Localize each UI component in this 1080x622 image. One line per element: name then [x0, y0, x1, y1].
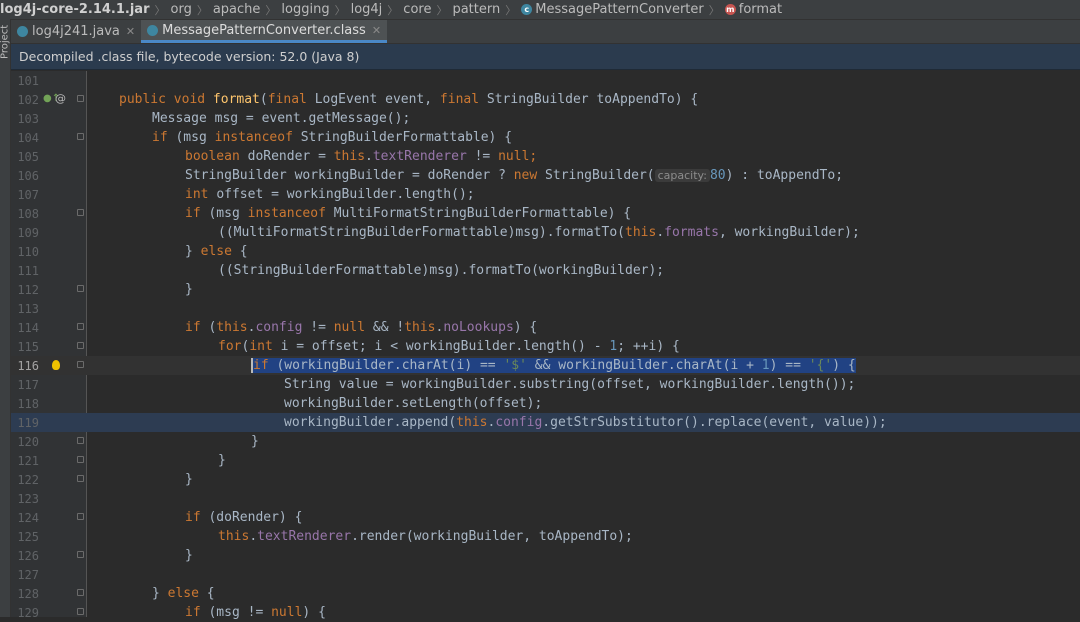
code-line[interactable]: 124 if (doRender) { — [11, 508, 1080, 527]
code-line[interactable]: 113 — [11, 299, 1080, 318]
breadcrumb-item-pattern[interactable]: pattern 〉 — [452, 2, 521, 18]
breadcrumb-item-method[interactable]: m format — [724, 2, 782, 17]
code-line[interactable]: 104 if (msg instanceof StringBuilderForm… — [11, 128, 1080, 147]
breadcrumb-item-logging[interactable]: logging 〉 — [281, 2, 350, 18]
selected-code[interactable]: if (workingBuilder.charAt(i) == '$' && w… — [251, 358, 856, 373]
code-line[interactable]: 110 } else { — [11, 242, 1080, 261]
code-line[interactable]: 120 } — [11, 432, 1080, 451]
code-line[interactable]: 101 — [11, 71, 1080, 90]
fold-marker-icon[interactable] — [77, 95, 84, 102]
fold-marker-icon[interactable] — [77, 437, 84, 444]
code-line[interactable]: 128 } else { — [11, 584, 1080, 603]
java-class-icon — [17, 26, 28, 37]
method-icon: m — [724, 4, 736, 15]
code-line[interactable]: 118 workingBuilder.setLength(offset); — [11, 394, 1080, 413]
fold-marker-icon[interactable] — [77, 456, 84, 463]
breadcrumb-item-apache[interactable]: apache 〉 — [213, 2, 282, 18]
breadcrumb-item-log4j[interactable]: log4j 〉 — [351, 2, 404, 18]
breadcrumb: log4j-core-2.14.1.jar 〉 org 〉 apache 〉 logg… — [0, 0, 1080, 20]
code-line[interactable]: 129 if (msg != null) { — [11, 603, 1080, 622]
code-line[interactable]: 126 } — [11, 546, 1080, 565]
code-line[interactable]: 106 StringBuilder workingBuilder = doRen… — [11, 166, 1080, 185]
code-editor[interactable]: 101 102 ●↑ @ public void format(final Log… — [11, 71, 1080, 620]
code-line[interactable]: 105 boolean doRender = this.textRenderer… — [11, 147, 1080, 166]
parameter-hint: capacity: — [654, 169, 710, 182]
fold-marker-icon[interactable] — [77, 475, 84, 482]
code-line[interactable]: 125 this.textRenderer.render(workingBuil… — [11, 527, 1080, 546]
breadcrumb-item-class[interactable]: c MessagePatternConverter 〉 — [521, 2, 725, 18]
class-file-icon — [147, 24, 159, 36]
code-line[interactable]: 109 ((MultiFormatStringBuilderFormattabl… — [11, 223, 1080, 242]
fold-marker-icon[interactable] — [77, 342, 84, 349]
code-line[interactable]: 127 — [11, 565, 1080, 584]
fold-marker-icon[interactable] — [77, 285, 84, 292]
breadcrumb-item-core[interactable]: core 〉 — [403, 2, 452, 18]
lightbulb-icon[interactable] — [52, 360, 60, 370]
tool-window-strip — [0, 19, 11, 617]
code-line-highlighted[interactable]: 119 workingBuilder.append(this.config.ge… — [11, 413, 1080, 432]
annotation-icon: @ — [55, 92, 66, 105]
tab-log4j241-java[interactable]: log4j241.java ✕ — [11, 20, 141, 43]
code-line[interactable]: 122 } — [11, 470, 1080, 489]
fold-marker-icon[interactable] — [77, 133, 84, 140]
close-icon[interactable]: ✕ — [126, 25, 135, 38]
decompiled-notice-banner: Decompiled .class file, bytecode version… — [11, 44, 1080, 70]
fold-marker-icon[interactable] — [77, 551, 84, 558]
code-line[interactable]: 103 Message msg = event.getMessage(); — [11, 109, 1080, 128]
fold-marker-icon[interactable] — [77, 361, 84, 368]
code-line[interactable]: 108 if (msg instanceof MultiFormatString… — [11, 204, 1080, 223]
breadcrumb-item-jar[interactable]: log4j-core-2.14.1.jar 〉 — [0, 2, 171, 18]
code-line[interactable]: 114 if (this.config != null && !this.noL… — [11, 318, 1080, 337]
close-icon[interactable]: ✕ — [372, 24, 381, 37]
breadcrumb-item-org[interactable]: org 〉 — [171, 2, 213, 18]
tab-messagepatternconverter-class[interactable]: MessagePatternConverter.class ✕ — [141, 20, 388, 43]
code-line[interactable]: 115 for(int i = offset; i < workingBuild… — [11, 337, 1080, 356]
code-line[interactable]: 107 int offset = workingBuilder.length()… — [11, 185, 1080, 204]
code-line[interactable]: 112 } — [11, 280, 1080, 299]
code-line[interactable]: 117 String value = workingBuilder.substr… — [11, 375, 1080, 394]
editor-tabs: log4j241.java ✕ MessagePatternConverter.… — [11, 20, 1080, 44]
code-line[interactable]: 121 } — [11, 451, 1080, 470]
fold-marker-icon[interactable] — [77, 608, 84, 615]
code-line[interactable]: 111 ((StringBuilderFormattable)msg).form… — [11, 261, 1080, 280]
project-tool-tab[interactable]: Project — [0, 22, 11, 62]
fold-marker-icon[interactable] — [77, 513, 84, 520]
class-icon: c — [521, 4, 533, 15]
code-line-current[interactable]: 116 if (workingBuilder.charAt(i) == '$' … — [11, 356, 1080, 375]
fold-marker-icon[interactable] — [77, 323, 84, 330]
fold-marker-icon[interactable] — [77, 589, 84, 596]
fold-marker-icon[interactable] — [77, 209, 84, 216]
code-line[interactable]: 123 — [11, 489, 1080, 508]
code-line[interactable]: 102 ●↑ @ public void format(final LogEven… — [11, 90, 1080, 109]
